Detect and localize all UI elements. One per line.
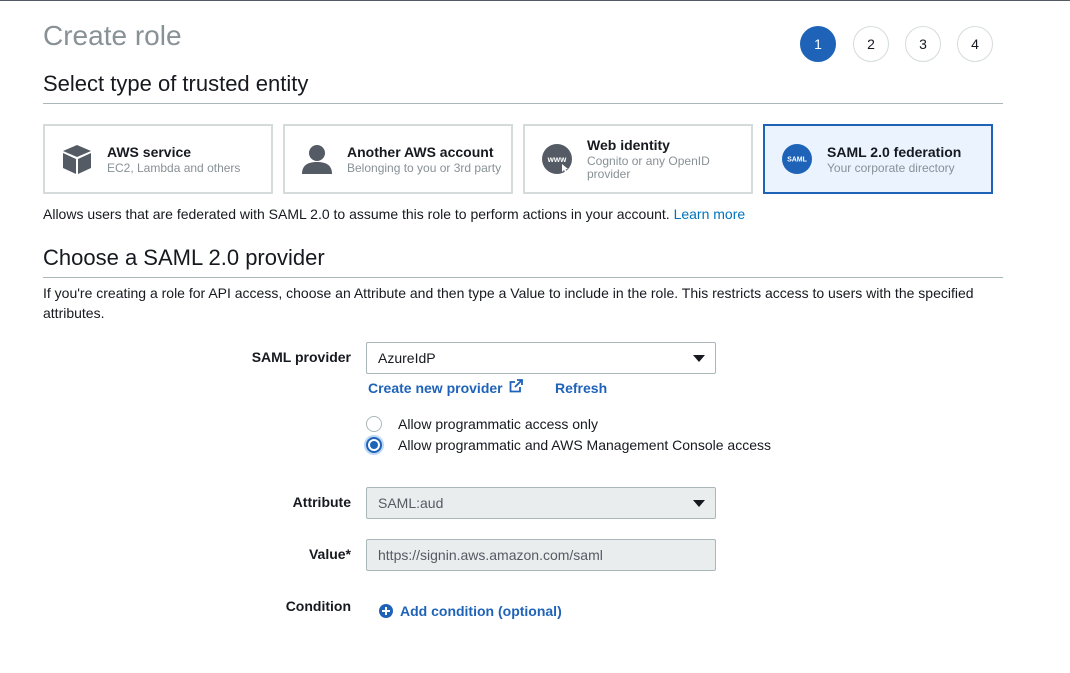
create-new-provider-label: Create new provider [368, 380, 503, 396]
step-2[interactable]: 2 [853, 26, 889, 62]
caret-down-icon [693, 355, 705, 362]
card-subtitle: Belonging to you or 3rd party [347, 160, 502, 175]
section-divider [43, 103, 1003, 104]
attribute-select[interactable]: SAML:aud [366, 487, 716, 519]
cube-icon [61, 143, 93, 175]
card-title: AWS service [107, 143, 192, 160]
card-saml-federation[interactable]: SAML SAML 2.0 federation Your corporate … [763, 124, 993, 194]
person-icon [301, 143, 333, 175]
saml-provider-value: AzureIdP [378, 350, 436, 366]
radio-label: Allow programmatic access only [398, 416, 598, 432]
attribute-label: Attribute [292, 494, 351, 510]
card-another-account[interactable]: Another AWS account Belonging to you or … [283, 124, 513, 194]
card-subtitle: Cognito or any OpenID provider [587, 154, 710, 181]
wizard-steps: 1 2 3 4 [800, 26, 1009, 62]
card-subtitle: Your corporate directory [827, 160, 955, 175]
value-label: Value* [308, 546, 351, 562]
entity-description-text: Allows users that are federated with SAM… [43, 206, 670, 222]
radio-button[interactable] [366, 416, 382, 432]
value-input[interactable] [366, 539, 716, 571]
www-globe-icon: www [541, 143, 573, 175]
top-border [0, 0, 1070, 1]
trusted-entity-heading: Select type of trusted entity [43, 71, 309, 96]
entity-description: Allows users that are federated with SAM… [43, 204, 745, 224]
svg-text:www: www [547, 155, 567, 164]
card-title: Another AWS account [347, 143, 494, 160]
saml-description: If you're creating a role for API access… [43, 285, 974, 321]
radio-button-selected[interactable] [366, 437, 382, 453]
radio-programmatic-only[interactable]: Allow programmatic access only [366, 416, 598, 432]
card-aws-service[interactable]: AWS service EC2, Lambda and others [43, 124, 273, 194]
plus-circle-icon [379, 604, 393, 618]
svg-text:SAML: SAML [787, 157, 808, 164]
attribute-value: SAML:aud [378, 495, 444, 511]
learn-more-link[interactable]: Learn more [674, 206, 746, 222]
saml-icon: SAML [781, 143, 813, 175]
saml-provider-label: SAML provider [251, 349, 351, 365]
create-new-provider-link[interactable]: Create new provider [368, 379, 523, 396]
external-link-icon [509, 379, 523, 393]
card-subtitle: EC2, Lambda and others [107, 160, 241, 175]
card-title: Web identity [587, 137, 670, 153]
card-web-identity[interactable]: www Web identity Cognito or any OpenID p… [523, 124, 753, 194]
card-title: SAML 2.0 federation [827, 143, 962, 160]
add-condition-link[interactable]: Add condition (optional) [379, 603, 562, 619]
step-3[interactable]: 3 [905, 26, 941, 62]
caret-down-icon [693, 500, 705, 507]
saml-provider-heading: Choose a SAML 2.0 provider [43, 245, 325, 270]
radio-programmatic-and-console[interactable]: Allow programmatic and AWS Management Co… [366, 437, 771, 453]
condition-label: Condition [285, 598, 351, 614]
step-4[interactable]: 4 [957, 26, 993, 62]
trusted-entity-cards: AWS service EC2, Lambda and others Anoth… [43, 124, 1003, 194]
refresh-link[interactable]: Refresh [555, 380, 607, 396]
page-title: Create role [43, 20, 182, 51]
radio-label: Allow programmatic and AWS Management Co… [398, 437, 771, 453]
saml-provider-select[interactable]: AzureIdP [366, 342, 716, 374]
section-divider [43, 277, 1003, 278]
step-1[interactable]: 1 [800, 26, 836, 62]
add-condition-label: Add condition (optional) [400, 603, 562, 619]
